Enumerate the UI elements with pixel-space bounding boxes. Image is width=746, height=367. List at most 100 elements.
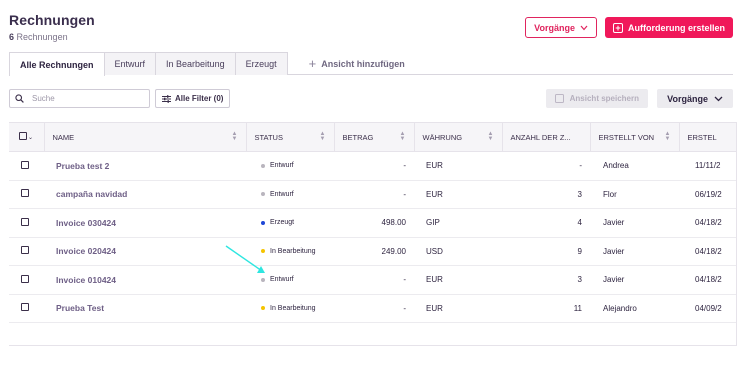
page-title: Rechnungen <box>9 12 95 28</box>
status-dot-icon <box>261 163 265 168</box>
invoice-name-link[interactable]: Prueba test 2 <box>44 151 246 181</box>
row-checkbox-cell[interactable] <box>9 208 44 238</box>
invoice-count: 6 Rechnungen <box>9 32 95 42</box>
create-request-button[interactable]: + Aufforderung erstellen <box>604 17 733 38</box>
betrag-cell: - <box>334 151 414 181</box>
waehrung-cell: EUR <box>414 265 502 295</box>
column-header-erstellt-von[interactable]: ERSTELLT VON ▲ ▼ <box>590 122 680 152</box>
search-input[interactable] <box>32 94 132 103</box>
vorgaenge-dropdown[interactable]: Vorgänge <box>657 89 733 108</box>
select-all-header[interactable]: ⌄ <box>9 122 45 152</box>
invoice-name-link[interactable]: campaña navidad <box>44 180 246 209</box>
row-checkbox[interactable] <box>21 217 29 226</box>
status-dot-icon <box>261 192 265 197</box>
betrag-cell: 249.00 <box>334 237 414 266</box>
invoice-count-label: Rechnungen <box>16 32 68 42</box>
table-row[interactable]: Invoice 020424 In Bearbeitung 249.00 USD 9 Ja… <box>9 237 736 266</box>
status-cell: Erzeugt <box>246 208 334 238</box>
row-checkbox[interactable] <box>21 246 29 255</box>
tab-erzeugt[interactable]: Erzeugt <box>234 52 288 75</box>
erstellt-von-cell: Alejandro <box>590 294 679 323</box>
table-row[interactable]: Invoice 030424 Erzeugt 498.00 GIP 4 Javier 04/… <box>9 208 736 238</box>
vorgaenge-dropdown-label: Vorgänge <box>667 93 708 104</box>
row-checkbox[interactable] <box>21 160 29 169</box>
column-header-erstellt-label: ERSTEL <box>687 132 717 142</box>
column-header-betrag[interactable]: BETRAG ▲ ▼ <box>334 122 415 152</box>
invoice-name-link[interactable]: Invoice 010424 <box>44 265 246 295</box>
tab-entwurf[interactable]: Entwurf <box>103 52 157 75</box>
search-icon <box>15 94 24 103</box>
all-filters-button[interactable]: Alle Filter (0) <box>155 89 231 108</box>
search-box[interactable] <box>9 89 150 108</box>
invoice-table: ⌄ NAME ▲ ▼ STATUS ▲ ▼ BETRAG ▲ ▼ WÄHRUNG ▲ ▼ ANZ… <box>9 122 737 346</box>
table-row[interactable]: Invoice 010424 Entwurf - EUR 3 Javier 04/18/2 <box>9 265 736 295</box>
select-all-checkbox[interactable] <box>19 132 27 140</box>
row-checkbox-cell[interactable] <box>9 237 44 266</box>
chevron-down-icon <box>580 25 588 30</box>
row-checkbox[interactable] <box>21 303 29 312</box>
status-dot-icon <box>261 277 265 282</box>
column-header-name[interactable]: NAME ▲ ▼ <box>44 122 247 152</box>
column-header-waehrung[interactable]: WÄHRUNG ▲ ▼ <box>414 122 503 152</box>
chevron-down-icon <box>714 96 723 101</box>
anzahl-cell: 9 <box>502 237 590 266</box>
row-checkbox-cell[interactable] <box>9 180 44 209</box>
sort-icon: ▲ ▼ <box>487 131 494 142</box>
column-header-anzahl[interactable]: ANZAHL DER Z... <box>502 122 591 152</box>
invoice-count-number: 6 <box>9 32 15 42</box>
column-header-waehrung-label: WÄHRUNG <box>422 132 463 142</box>
erstellt-cell: 11/11/2 <box>679 151 736 181</box>
waehrung-cell: EUR <box>414 180 502 209</box>
anzahl-cell: 11 <box>502 294 590 323</box>
row-checkbox[interactable] <box>21 189 29 198</box>
sort-icon: ▲ ▼ <box>231 131 238 142</box>
status-label: Entwurf <box>270 276 294 284</box>
row-checkbox-cell[interactable] <box>9 265 44 295</box>
row-checkbox-cell[interactable] <box>9 294 44 323</box>
column-header-status[interactable]: STATUS ▲ ▼ <box>246 122 335 152</box>
invoice-table-body: Prueba test 2 Entwurf - EUR - Andrea 11/11/2 ca… <box>9 151 736 323</box>
table-row[interactable]: Prueba test 2 Entwurf - EUR - Andrea 11/11/2 <box>9 151 736 181</box>
plus-square-icon: + <box>612 22 623 33</box>
filter-sliders-icon <box>162 94 171 103</box>
erstellt-cell: 04/18/2 <box>679 208 736 238</box>
status-label: Erzeugt <box>270 219 295 227</box>
tab-in-bearbeitung[interactable]: In Bearbeitung <box>155 52 236 75</box>
invoice-name-link[interactable]: Prueba Test <box>44 294 246 323</box>
erstellt-von-cell: Andrea <box>590 151 679 181</box>
sort-icon: ▲ ▼ <box>399 131 406 142</box>
status-label: In Bearbeitung <box>270 247 316 255</box>
anzahl-cell: - <box>502 151 590 181</box>
header-actions: Vorgänge + Aufforderung erstellen <box>525 17 733 38</box>
row-checkbox[interactable] <box>21 274 29 283</box>
row-checkbox-cell[interactable] <box>9 151 44 181</box>
page-header: Rechnungen 6 Rechnungen <box>9 12 95 42</box>
save-view-button[interactable]: Ansicht speichern <box>545 89 648 108</box>
add-view-button[interactable]: + Ansicht hinzufügen <box>299 52 415 75</box>
invoice-name-link[interactable]: Invoice 030424 <box>44 208 246 238</box>
vorgaenge-menu-label: Vorgänge <box>534 22 575 33</box>
status-label: Entwurf <box>270 190 294 198</box>
vorgaenge-menu-button[interactable]: Vorgänge <box>525 17 597 38</box>
column-header-status-label: STATUS <box>254 132 283 142</box>
all-filters-label: Alle Filter (0) <box>175 94 224 103</box>
invoice-name-link[interactable]: Invoice 020424 <box>44 237 246 266</box>
create-request-label: Aufforderung erstellen <box>627 22 725 33</box>
table-row[interactable]: campaña navidad Entwurf - EUR 3 Flor 06/19/2 <box>9 180 736 209</box>
status-label: Entwurf <box>270 162 294 170</box>
erstellt-von-cell: Javier <box>590 265 679 295</box>
waehrung-cell: USD <box>414 237 502 266</box>
status-cell: Entwurf <box>246 151 334 181</box>
status-cell: Entwurf <box>246 180 334 209</box>
erstellt-von-cell: Javier <box>590 237 679 266</box>
erstellt-von-cell: Flor <box>590 180 679 209</box>
betrag-cell: - <box>334 294 414 323</box>
table-row[interactable]: Prueba Test In Bearbeitung - EUR 11 Alejandro… <box>9 294 736 323</box>
erstellt-cell: 04/09/2 <box>679 294 736 323</box>
tab-alle-rechnungen[interactable]: Alle Rechnungen <box>9 52 105 76</box>
view-tabs: Alle Rechnungen Entwurf In Bearbeitung E… <box>9 52 733 76</box>
column-header-erstellt[interactable]: ERSTEL <box>679 122 736 152</box>
anzahl-cell: 4 <box>502 208 590 238</box>
annotation-arrow-icon <box>225 245 265 273</box>
anzahl-cell: 3 <box>502 180 590 209</box>
